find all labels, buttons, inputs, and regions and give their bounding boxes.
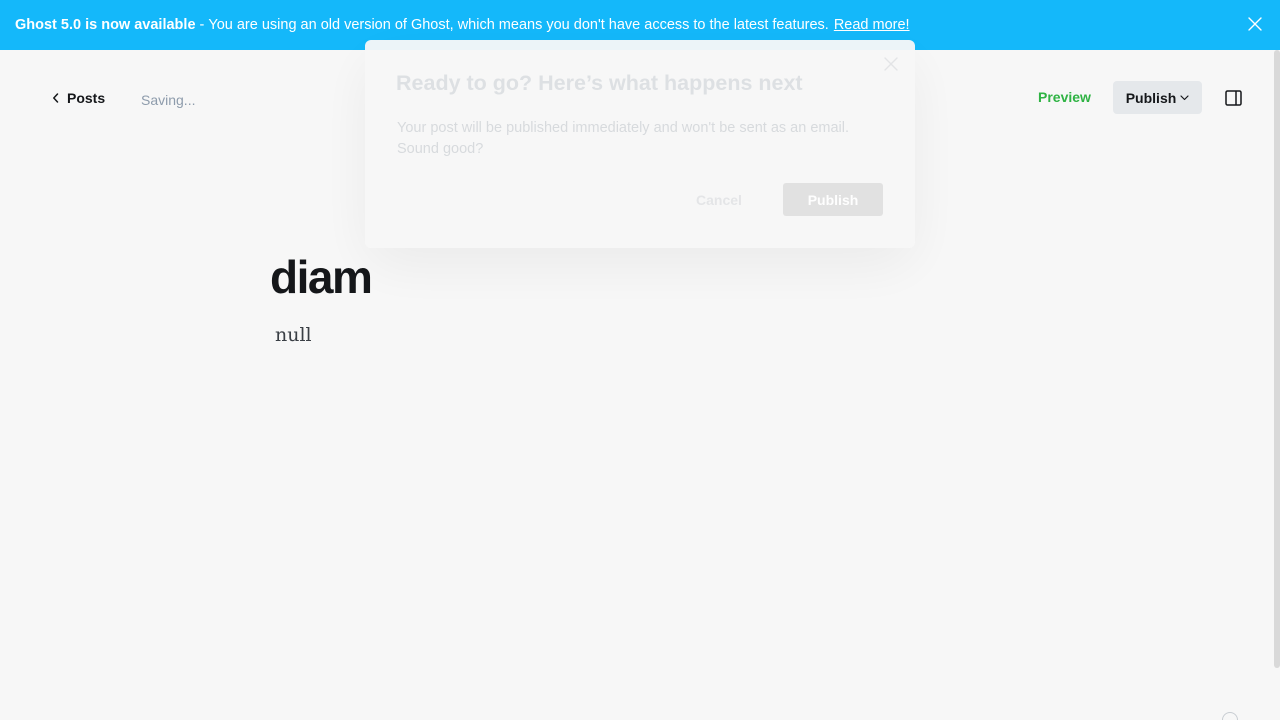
help-icon[interactable] (1222, 712, 1238, 720)
cancel-button[interactable]: Cancel (671, 183, 767, 216)
modal-close-button[interactable] (884, 57, 898, 71)
page-scrollbar[interactable] (1274, 50, 1280, 668)
banner-separator: - (199, 17, 205, 33)
back-to-posts-link[interactable]: Posts (52, 90, 105, 106)
banner-read-more-link[interactable]: Read more! (834, 17, 910, 33)
settings-menu-toggle[interactable] (1225, 90, 1242, 106)
publish-confirm-modal: Ready to go? Here’s what happens next Yo… (365, 40, 915, 248)
close-icon (1248, 17, 1262, 31)
back-link-label: Posts (67, 90, 106, 106)
chevron-down-icon (1180, 95, 1189, 101)
chevron-left-icon (53, 93, 59, 103)
post-body-editor[interactable]: null (275, 324, 312, 346)
save-status: Saving... (141, 92, 196, 108)
modal-message: Your post will be published immediately … (397, 120, 849, 157)
post-title-input[interactable]: diam (270, 250, 373, 304)
banner-close-button[interactable] (1248, 17, 1262, 31)
publish-menu-button[interactable]: Publish (1113, 81, 1202, 114)
close-icon (884, 57, 898, 71)
confirm-publish-button[interactable]: Publish (783, 183, 883, 216)
preview-button[interactable]: Preview (1038, 89, 1091, 105)
banner-headline: Ghost 5.0 is now available (15, 17, 196, 33)
modal-title: Ready to go? Here’s what happens next (396, 71, 803, 95)
banner-message: You are using an old version of Ghost, w… (208, 17, 829, 33)
sidebar-toggle-icon (1225, 90, 1242, 106)
publish-button-label: Publish (1125, 89, 1177, 106)
